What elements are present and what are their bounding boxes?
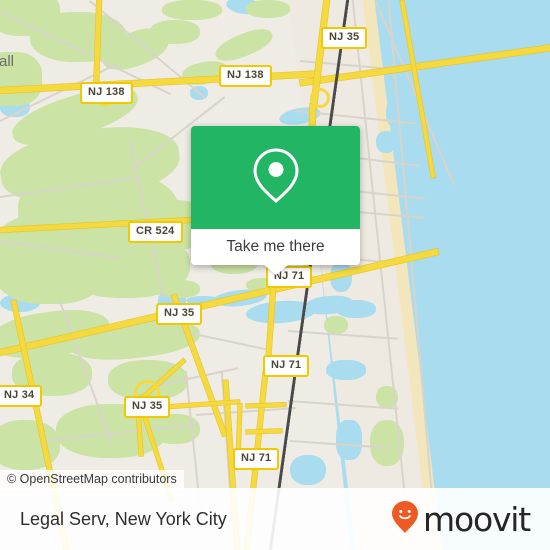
road-shield: NJ 35 [156,303,203,325]
moovit-brand[interactable]: moovit [391,499,531,539]
map-canvas[interactable]: NJ 35 NJ 138 NJ 138 CR 524 NJ 71 NJ 35 N… [0,0,550,550]
map-water-lagoon [290,455,326,485]
map-park-area [160,280,200,298]
map-park-area [0,420,60,470]
callout-image-area [191,126,360,229]
road-shield: NJ 34 [0,385,43,407]
map-water-lagoon [326,360,366,380]
take-me-there-label: Take me there [226,238,325,255]
footer-bar: Legal Serv, New York City moovit [0,488,550,550]
map-water-lagoon [336,300,376,318]
map-water-lagoon [376,131,396,153]
road-shield: NJ 35 [321,27,368,49]
map-park-area [150,20,200,44]
road-shield: NJ 138 [80,82,133,104]
osm-attribution-label: © OpenStreetMap contributors [7,472,177,486]
take-me-there-button[interactable]: Take me there [191,229,360,275]
moovit-wordmark: moovit [423,499,531,539]
map-park-area [324,316,348,334]
map-water-lagoon [336,420,362,460]
map-place-label: all [0,53,15,70]
map-roundabout [310,88,330,108]
map-water-lagoon [386,96,416,130]
map-screenshot: NJ 35 NJ 138 NJ 138 CR 524 NJ 71 NJ 35 N… [0,0,550,550]
map-water-ocean-edge [430,0,550,550]
road-shield: NJ 71 [233,448,280,470]
location-title: Legal Serv, New York City [20,508,227,529]
road-shield: NJ 71 [263,355,310,377]
road-shield: NJ 138 [219,65,272,87]
map-park-area [246,0,290,18]
map-water-lagoon [411,0,431,30]
moovit-smiley-pin-icon [391,500,419,539]
map-park-area [162,0,222,20]
location-pin-icon [250,145,302,210]
callout-pointer-tail [262,264,289,275]
road-shield: NJ 35 [124,396,171,418]
location-callout-card[interactable]: Take me there [191,126,360,275]
road-shield: CR 524 [128,221,183,243]
